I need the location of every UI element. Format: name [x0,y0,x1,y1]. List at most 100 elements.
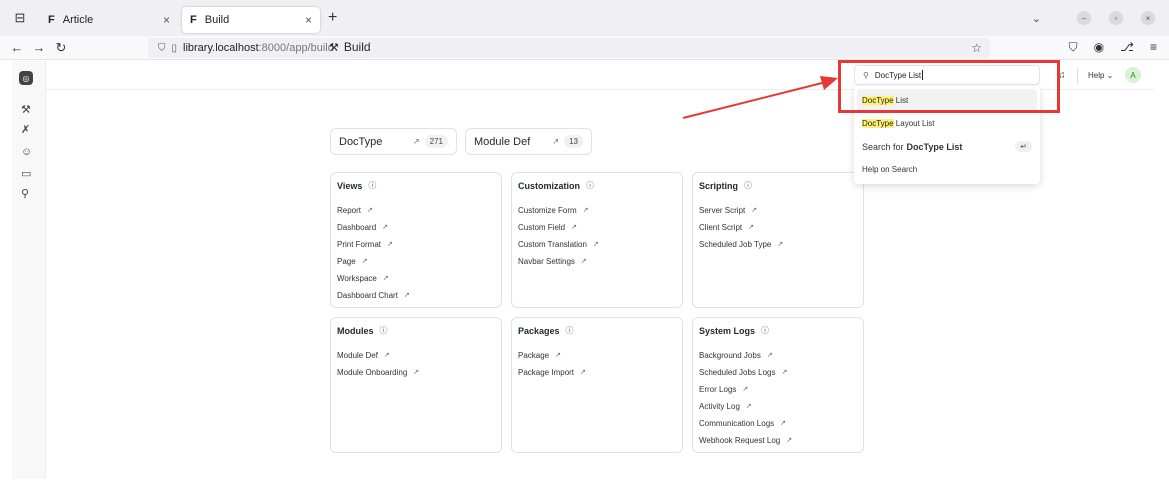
link-label: Scheduled Job Type [699,240,772,249]
close-icon[interactable]: × [163,13,170,27]
card-link[interactable]: Customize Form ↗ [518,206,676,223]
tab-list-icon[interactable]: ⊟ [0,0,40,36]
calendar-icon[interactable]: ▭ [21,167,31,180]
card-title: Scripting ⓘ [699,180,857,191]
card-link[interactable]: Scheduled Jobs Logs ↗ [699,368,857,385]
card-link[interactable]: Background Jobs ↗ [699,351,857,368]
app-logo-icon[interactable]: ◎ [19,71,33,85]
card-link[interactable]: Workspace ↗ [337,274,495,291]
page-icon: ▯ [171,42,178,54]
link-label: Server Script [699,206,746,215]
info-icon[interactable]: ⓘ [586,180,594,191]
annotation-highlight-box [838,60,1060,113]
pocket-icon[interactable]: ⛉ [1069,40,1078,55]
card-title: Customization ⓘ [518,180,676,191]
menu-icon[interactable]: ≡ [1150,40,1157,55]
card-link[interactable]: Package Import ↗ [518,368,676,385]
shortcut-label: Module Def [474,135,531,148]
shortcut-module-def[interactable]: Module Def ↗ 13 [465,128,592,155]
new-tab-button[interactable]: + [328,9,337,27]
shortcut-doctype[interactable]: DocType ↗ 271 [330,128,457,155]
link-label: Print Format [337,240,382,249]
help-dropdown[interactable]: Help ⌄ [1088,71,1113,80]
browser-window: ⊟ F Article × F Build × + ⌄ – ▫ × ← → ↻ … [0,0,1169,498]
card-link[interactable]: Report ↗ [337,206,495,223]
minimize-button[interactable]: – [1077,11,1091,25]
card-link[interactable]: Dashboard ↗ [337,223,495,240]
card-link[interactable]: Page ↗ [337,257,495,274]
card-link[interactable]: Package ↗ [518,351,676,368]
info-icon[interactable]: ⓘ [761,325,769,336]
arrow-up-right-icon: ↗ [387,241,393,248]
info-icon[interactable]: ⓘ [744,180,752,191]
arrow-up-right-icon: ↗ [412,137,420,146]
card-modules: Modules ⓘ Module Def ↗ Module Onboarding ↗ [330,317,502,453]
card-title-text: Packages [518,325,560,336]
help-on-search-item[interactable]: Help on Search [857,158,1037,181]
avatar[interactable]: A [1125,67,1141,83]
card-link[interactable]: Custom Field ↗ [518,223,676,240]
card-title-text: Customization [518,180,580,191]
link-label: Custom Field [518,223,566,232]
card-link[interactable]: Server Script ↗ [699,206,857,223]
card-link[interactable]: Client Script ↗ [699,223,857,240]
shield-icon[interactable]: ⛉ [158,43,166,54]
card-link[interactable]: Communication Logs ↗ [699,419,857,436]
help-on-search-label: Help on Search [862,165,918,174]
card-link[interactable]: Navbar Settings ↗ [518,257,676,274]
back-arrow-icon[interactable]: ← [6,40,28,55]
arrow-up-right-icon: ↗ [367,207,373,214]
info-icon[interactable]: ⓘ [368,180,376,191]
arrow-up-right-icon: ↗ [786,437,793,444]
arrow-up-right-icon: ↗ [580,369,586,376]
link-label: Page [337,257,356,266]
card-link[interactable]: Scheduled Job Type ↗ [699,240,857,257]
maximize-button[interactable]: ▫ [1109,11,1123,25]
tab-article[interactable]: F Article × [40,7,178,33]
chevron-down-icon[interactable]: ⌄ [1032,12,1041,25]
link-label: Webhook Request Log [699,436,781,445]
bookmark-star-icon[interactable]: ☆ [971,41,982,55]
integrations-icon[interactable]: ⚲ [21,187,29,200]
info-icon[interactable]: ⓘ [566,325,574,336]
card-link[interactable]: Webhook Request Log ↗ [699,436,857,453]
card-link[interactable]: Error Logs ↗ [699,385,857,402]
card-packages: Packages ⓘ Package ↗ Package Import ↗ [511,317,683,453]
info-icon[interactable]: ⓘ [380,325,388,336]
account-icon[interactable]: ◉ [1094,40,1104,55]
link-label: Activity Log [699,402,740,411]
users-icon[interactable]: ☺ [21,146,32,158]
tools-icon[interactable]: ✗ [21,123,30,136]
link-label: Module Onboarding [337,368,408,377]
card-link[interactable]: Module Def ↗ [337,351,495,368]
card-views: Views ⓘ Report ↗ Dashboard ↗ Print Format ↗ … [330,172,502,308]
tab-bar: ⊟ F Article × F Build × + ⌄ – ▫ × [0,0,1169,36]
forward-arrow-icon[interactable]: → [28,40,50,55]
search-result-doctype-layout-list[interactable]: DocType Layout List [857,112,1037,135]
arrow-up-right-icon: ↗ [777,241,784,248]
url-bar[interactable]: ⛉ ▯ library.localhost:8000/app/build ☆ [148,38,990,58]
card-title-text: Modules [337,325,374,336]
enter-key-icon: ↵ [1015,141,1032,152]
card-scripting: Scripting ⓘ Server Script ↗ Client Script ↗… [692,172,864,308]
link-label: Client Script [699,223,743,232]
card-link[interactable]: Dashboard Chart ↗ [337,291,495,308]
card-link[interactable]: Custom Translation ↗ [518,240,676,257]
arrow-up-right-icon: ↗ [571,224,577,231]
window-close-button[interactable]: × [1141,11,1155,25]
tab-build[interactable]: F Build × [182,7,320,33]
card-system-logs: System Logs ⓘ Background Jobs ↗ Scheduled … [692,317,864,453]
close-icon[interactable]: × [305,13,312,27]
window-controls: ⌄ – ▫ × [1032,11,1169,25]
card-link[interactable]: Module Onboarding ↗ [337,368,495,385]
toolbar-icons: ⛉ ◉ ⎇ ≡ [1069,40,1157,55]
card-link[interactable]: Activity Log ↗ [699,402,857,419]
link-label: Communication Logs [699,419,775,428]
reload-icon[interactable]: ↻ [50,40,72,56]
card-link[interactable]: Print Format ↗ [337,240,495,257]
search-for-item[interactable]: Search for DocType List ↵ [857,135,1037,158]
search-for-prefix: Search for [862,141,904,152]
sidebar: ◎ ⚒ ✗ ☺ ▭ ⚲ [12,61,46,479]
extensions-icon[interactable]: ⎇ [1120,40,1134,55]
hammer-icon[interactable]: ⚒ [21,103,31,116]
